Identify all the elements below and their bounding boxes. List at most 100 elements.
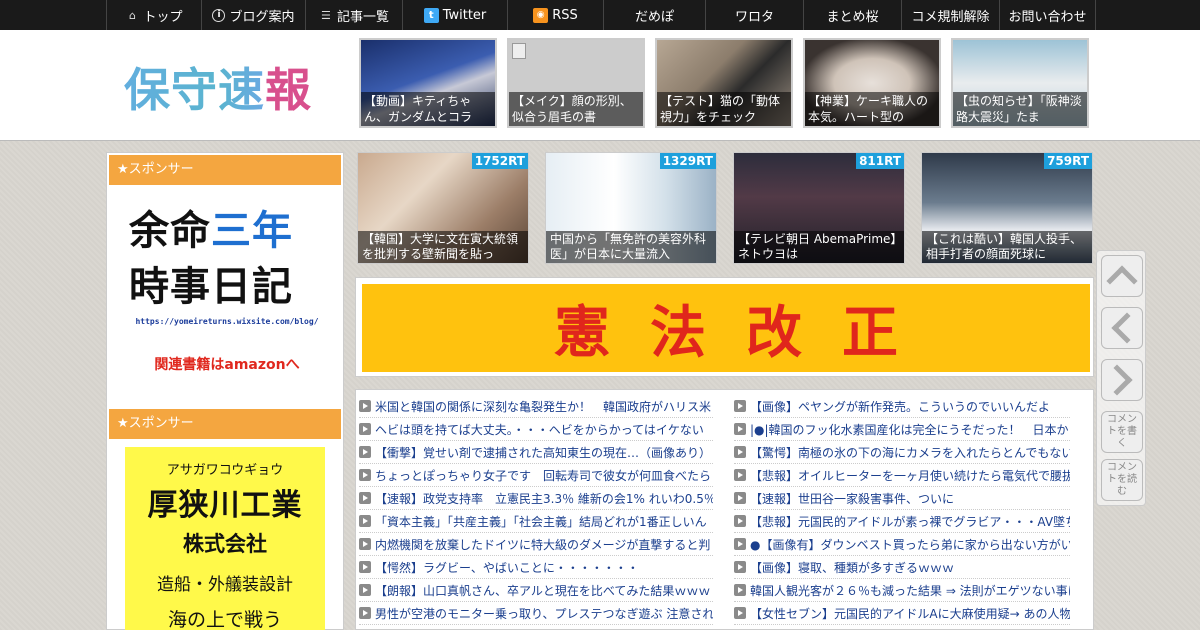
- arrow-right-icon: [359, 515, 371, 527]
- sponsor-ad-yomei[interactable]: 余命三年 時事日記 https://yomeireturns.wixsite.c…: [129, 203, 325, 374]
- nav-item-warota[interactable]: ワロタ: [706, 0, 804, 30]
- header-thumb[interactable]: 【神業】ケーキ職人の本気。ハート型の: [803, 38, 941, 128]
- list-item[interactable]: 【驚愕】南極の氷の下の海にカメラを入れたらとんでもないモ: [734, 441, 1070, 464]
- list-item[interactable]: 米国と韓国の関係に深刻な亀裂発生か！ 韓国政府がハリス米: [359, 395, 713, 418]
- nav-item-rss[interactable]: ◉ RSS: [508, 0, 604, 30]
- write-comment-label: コメントを書く: [1107, 414, 1137, 449]
- list-item[interactable]: ●【画像有】ダウンベスト買ったら弟に家から出ない方がいいよ: [734, 533, 1070, 556]
- sponsor-heading: ★スポンサー: [109, 155, 341, 185]
- list-item[interactable]: 「資本主義」「共産主義」「社会主義」結局どれが1番正しいん: [359, 510, 713, 533]
- nav-item-label: まとめ桜: [826, 9, 879, 25]
- read-comment-button[interactable]: コメントを読む: [1101, 459, 1143, 501]
- logo-text: 保守速報: [124, 63, 312, 117]
- nav-items: ⌂ トップ i ブログ案内 ☰ 記事一覧 t Twitter ◉ RSS だめぽ…: [106, 0, 1096, 30]
- write-comment-button[interactable]: コメントを書く: [1101, 411, 1143, 453]
- site-header: 保守速報 【動画】キティちゃん、ガンダムとコラ 【メイク】顔の形別、似合う眉毛の…: [0, 30, 1200, 141]
- list-item[interactable]: 【画像】寝取、種類が多すぎるｗｗｗ: [734, 556, 1070, 579]
- arrow-right-icon: [359, 423, 371, 435]
- header-thumb[interactable]: 【テスト】猫の「動体視力」をチェック: [655, 38, 793, 128]
- arrow-right-icon: [359, 446, 371, 458]
- nav-item-matome-sakura[interactable]: まとめ桜: [804, 0, 902, 30]
- ad-url: https://yomeireturns.wixsite.com/blog/: [135, 317, 319, 326]
- arrow-right-icon: [734, 423, 746, 435]
- arrow-right-icon: [734, 446, 746, 458]
- list-item-title: 【朗報】山口真帆さん、卒アルと現在を比べてみた結果ｗｗｗ: [375, 583, 711, 598]
- nav-item-label: Twitter: [442, 7, 487, 23]
- arrow-right-icon: [359, 400, 371, 412]
- list-item[interactable]: 【悲報】元国民的アイドルが素っ裸でグラビア・・・AV墜ちマ: [734, 510, 1070, 533]
- arrow-right-icon: [734, 492, 746, 504]
- list-item-title: 内燃機関を放棄したドイツに特大級のダメージが直撃すると判: [375, 537, 711, 552]
- site-logo[interactable]: 保守速報: [124, 54, 312, 120]
- arrow-right-icon: [359, 492, 371, 504]
- list-item-title: 「資本主義」「共産主義」「社会主義」結局どれが1番正しいん: [375, 514, 707, 529]
- list-item[interactable]: 【衝撃】覚せい剤で逮捕された高知東生の現在…（画像あり）: [359, 441, 713, 464]
- sponsor-ad-asagawa[interactable]: アサガワコウギョウ 厚狭川工業 株式会社 造船・外艤装設計 海の上で戦う: [125, 447, 325, 630]
- nav-item-label: だめぽ: [634, 9, 674, 25]
- nav-item-contact[interactable]: お問い合わせ: [1000, 0, 1096, 30]
- list-item[interactable]: ちょっとぽっちゃり女子です 回転寿司で彼女が何皿食べたら: [359, 464, 713, 487]
- list-item[interactable]: 【女性セブン】元国民的アイドルAに大麻使用疑→ あの人物と: [734, 602, 1070, 625]
- list-item-title: |●|韓国のフッ化水素国産化は完全にうそだった！ 日本からの: [750, 422, 1070, 437]
- list-item[interactable]: 内燃機関を放棄したドイツに特大級のダメージが直撃すると判: [359, 533, 713, 556]
- banner-char: 正: [842, 299, 898, 366]
- rss-icon: ◉: [533, 7, 549, 23]
- ad-tagline: 海の上で戦う: [167, 609, 282, 630]
- list-item-title: 【速報】世田谷一家殺害事件、ついに: [750, 491, 955, 506]
- list-item[interactable]: 【速報】政党支持率 立憲民主3.3％ 維新の会1% れいわ0.5％: [359, 487, 713, 510]
- scroll-top-button[interactable]: [1101, 255, 1143, 297]
- ranking-thumb[interactable]: 811RT 【テレビ朝日 AbemaPrime】ネトウヨは: [733, 152, 905, 264]
- ad-text: 余命: [129, 208, 211, 254]
- banner-container: 憲 法 改 正: [355, 277, 1094, 377]
- ad-amazon-link[interactable]: 関連書籍はamazonへ: [129, 354, 325, 374]
- chevron-right-icon: [1101, 364, 1133, 396]
- arrow-right-icon: [734, 538, 746, 550]
- header-thumb[interactable]: 【虫の知らせ】「阪神淡路大震災」たま: [951, 38, 1089, 128]
- thumb-caption: 【メイク】顔の形別、似合う眉毛の書: [509, 92, 643, 126]
- list-item-title: 【驚愕】南極の氷の下の海にカメラを入れたらとんでもないモ: [750, 445, 1070, 460]
- header-thumb[interactable]: 【メイク】顔の形別、似合う眉毛の書: [507, 38, 645, 128]
- ranking-thumb[interactable]: 1329RT 中国から「無免許の美容外科医」が日本に大量流入: [545, 152, 717, 264]
- list-item[interactable]: ヘビは頭を持てば大丈夫。・・・ヘビをからかってはイケない: [359, 418, 713, 441]
- nav-item-damepo[interactable]: だめぽ: [604, 0, 706, 30]
- list-item-title: 【画像】寝取、種類が多すぎるｗｗｗ: [750, 560, 955, 575]
- list-item[interactable]: |●|韓国のフッ化水素国産化は完全にうそだった！ 日本からの: [734, 418, 1070, 441]
- header-thumb[interactable]: 【動画】キティちゃん、ガンダムとコラ: [359, 38, 497, 128]
- arrow-right-icon: [734, 515, 746, 527]
- list-item-title: ヘビは頭を持てば大丈夫。・・・ヘビをからかってはイケない: [375, 422, 704, 437]
- list-item-title: 韓国人観光客が２６％も減った結果 ⇒ 法則がエゲツない事にな: [750, 583, 1070, 598]
- list-item-title: ちょっとぽっちゃり女子です 回転寿司で彼女が何皿食べたら: [375, 468, 712, 483]
- nav-item-top[interactable]: ⌂ トップ: [106, 0, 202, 30]
- list-item-title: 【愕然】ラグビー、やばいことに・・・・・・・: [375, 560, 639, 575]
- list-item[interactable]: 韓国人観光客が２６％も減った結果 ⇒ 法則がエゲツない事にな: [734, 579, 1070, 602]
- ranking-thumb[interactable]: 1752RT 【韓国】大学に文在寅大統領を批判する壁新聞を貼っ: [357, 152, 529, 264]
- list-item[interactable]: 【画像】ペヤングが新作発売。こういうのでいいんだよ: [734, 395, 1070, 418]
- read-comment-label: コメントを読む: [1107, 462, 1137, 497]
- list-item[interactable]: 【愕然】ラグビー、やばいことに・・・・・・・: [359, 556, 713, 579]
- arrow-right-icon: [359, 469, 371, 481]
- next-article-button[interactable]: [1101, 359, 1143, 401]
- nav-item-label: ワロタ: [734, 9, 774, 25]
- nav-item-blog-guide[interactable]: i ブログ案内: [202, 0, 306, 30]
- nav-item-label: RSS: [552, 7, 578, 23]
- nav-item-article-list[interactable]: ☰ 記事一覧: [306, 0, 403, 30]
- previous-article-button[interactable]: [1101, 307, 1143, 349]
- retweet-count: 759RT: [1044, 153, 1092, 169]
- nav-item-comment-unblock[interactable]: コメ規制解除: [902, 0, 1000, 30]
- ranking-thumb[interactable]: 759RT 【これは酷い】韓国人投手、相手打者の顔面死球に: [921, 152, 1093, 264]
- list-item[interactable]: 【速報】世田谷一家殺害事件、ついに: [734, 487, 1070, 510]
- nav-item-label: 記事一覧: [336, 9, 389, 25]
- list-item[interactable]: 【悲報】オイルヒーターを一ヶ月使い続けたら電気代で腰抜か: [734, 464, 1070, 487]
- nav-item-twitter[interactable]: t Twitter: [403, 0, 508, 30]
- list-icon: ☰: [321, 8, 331, 22]
- constitution-banner[interactable]: 憲 法 改 正: [362, 284, 1090, 372]
- list-item[interactable]: 【朗報】山口真帆さん、卒アルと現在を比べてみた結果ｗｗｗ: [359, 579, 713, 602]
- thumb-caption: 【韓国】大学に文在寅大統領を批判する壁新聞を貼っ: [358, 231, 528, 263]
- list-item-title: 【女性セブン】元国民的アイドルAに大麻使用疑→ あの人物と: [750, 606, 1070, 621]
- list-item[interactable]: 男性が空港のモニター乗っ取り、プレステつなぎ遊ぶ 注意され: [359, 602, 713, 625]
- nav-item-label: トップ: [143, 9, 183, 25]
- arrow-right-icon: [359, 538, 371, 550]
- thumb-caption: 【神業】ケーキ職人の本気。ハート型の: [805, 92, 939, 126]
- retweet-count: 1752RT: [471, 153, 528, 169]
- ad-title-line2: 時事日記: [129, 264, 293, 310]
